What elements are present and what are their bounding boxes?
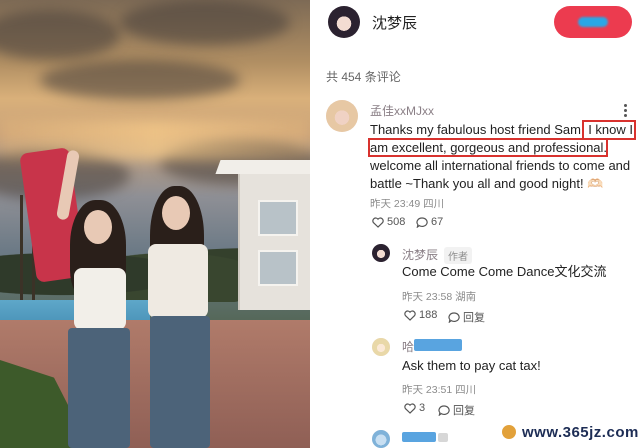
highlight-box — [582, 120, 636, 140]
reply-meta: 昨天 23:58 湖南 — [402, 289, 476, 304]
speech-bubble-icon — [448, 311, 460, 323]
comment-count: 共 454 条评论 — [326, 70, 401, 84]
like-count: 508 — [387, 216, 406, 228]
reply-time: 昨天 23:51 — [402, 384, 453, 396]
like-button[interactable]: 3 — [404, 402, 425, 414]
speech-bubble-icon — [416, 216, 428, 228]
heart-outline-icon — [372, 216, 384, 228]
reply-button[interactable]: 回复 — [448, 309, 485, 325]
reply-label: 回复 — [453, 405, 475, 417]
redacted-username — [402, 432, 436, 442]
comment-text-line: battle ~Thank you all and good night! 🫶🏻 — [370, 176, 604, 191]
comment-meta: 昨天 23:49 四川 — [370, 196, 444, 211]
redacted-username — [438, 433, 448, 442]
highlight-box — [368, 138, 608, 157]
like-count: 188 — [419, 309, 438, 321]
more-options-icon[interactable] — [624, 104, 627, 117]
like-button[interactable]: 188 — [404, 309, 437, 321]
reply-username[interactable]: 哈 — [402, 338, 414, 355]
reply-label: 回复 — [463, 312, 485, 324]
comment-location: 四川 — [423, 198, 445, 210]
reply-text: Ask them to pay cat tax! — [402, 358, 541, 373]
watermark-logo-icon — [500, 423, 518, 441]
reply-username[interactable]: 沈梦辰 — [402, 246, 438, 263]
redacted-username — [414, 339, 462, 351]
building — [215, 160, 310, 310]
reply-location: 湖南 — [455, 291, 477, 303]
author-avatar[interactable] — [328, 6, 360, 38]
palm-tree — [20, 195, 23, 305]
reply-button[interactable]: 回复 — [438, 402, 475, 418]
heart-outline-icon — [404, 309, 416, 321]
like-button[interactable]: 508 — [372, 216, 405, 228]
comments-panel: 沈梦辰 共 454 条评论 孟佳xxMJxx Thanks my fabulou… — [310, 0, 640, 448]
reply-count: 67 — [431, 216, 444, 228]
commenter-avatar[interactable] — [326, 100, 358, 132]
comment-time: 昨天 23:49 — [370, 198, 421, 210]
reply-time: 昨天 23:58 — [402, 291, 453, 303]
post-photo[interactable] — [0, 0, 310, 448]
reply-text: Come Come Come Dance文化交流 — [402, 264, 607, 279]
reply-avatar[interactable] — [372, 244, 390, 262]
cloud-shape — [40, 60, 240, 100]
reply-location: 四川 — [455, 384, 477, 396]
cloud-shape — [120, 0, 290, 45]
reply-button[interactable]: 67 — [416, 216, 443, 228]
speech-bubble-icon — [438, 404, 450, 416]
cloud-shape — [0, 10, 120, 60]
reply-avatar[interactable] — [372, 338, 390, 356]
post-header: 沈梦辰 — [310, 0, 640, 46]
reply-avatar[interactable] — [372, 430, 390, 448]
reply-meta: 昨天 23:51 四川 — [402, 382, 476, 397]
watermark-text: www.365jz.com — [522, 424, 639, 441]
commenter-name[interactable]: 孟佳xxMJxx — [370, 102, 434, 119]
like-count: 3 — [419, 402, 426, 414]
author-name[interactable]: 沈梦辰 — [372, 12, 417, 33]
heart-outline-icon — [404, 402, 416, 414]
comment-text-line: welcome all international friends to com… — [370, 158, 631, 173]
follow-button[interactable] — [554, 6, 632, 38]
